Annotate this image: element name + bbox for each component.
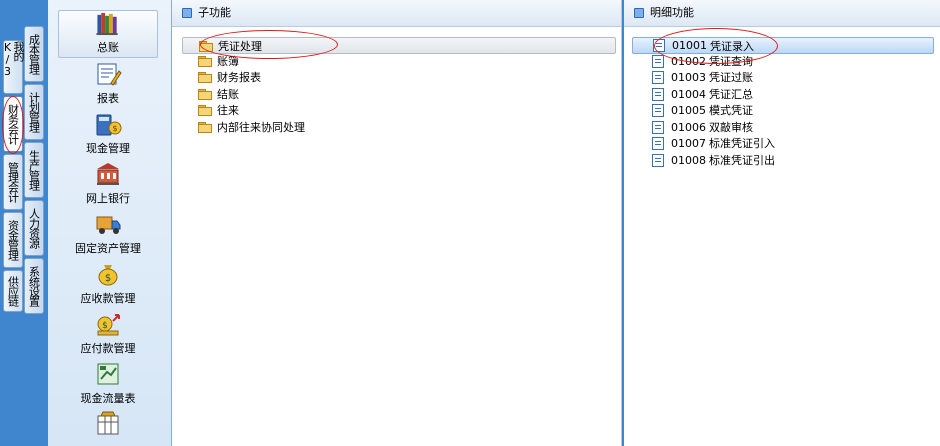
report-edit-icon (97, 63, 122, 86)
module-cash-flow[interactable]: 现金流量表 (58, 360, 158, 408)
document-icon (652, 87, 664, 101)
truck-icon (96, 216, 121, 234)
detail-item-label: 凭证过账 (709, 71, 753, 84)
sub-item-internal-collab[interactable]: 内部往来协同处理 (198, 119, 305, 135)
tab-financial-accounting[interactable]: 财务会计 (3, 96, 23, 152)
panel-header-icon (182, 8, 192, 18)
tab-production-management[interactable]: 生产管理 (24, 142, 44, 198)
sub-item-ledgers[interactable]: 账簿 (198, 53, 239, 69)
cash-flow-icon (97, 363, 119, 385)
module-fixed-assets[interactable]: 固定资产管理 (58, 210, 158, 258)
detail-item-double-audit[interactable]: 01006 双敲审核 (652, 119, 753, 135)
document-icon (652, 136, 664, 150)
svg-text:$: $ (102, 321, 108, 331)
module-list: 总账 报表 $ 现金管理 网上银行 固定资产管理 $ 应收款管理 $ 应付款管理… (48, 0, 172, 446)
detail-item-code: 01002 (671, 54, 706, 68)
module-cash-management[interactable]: $ 现金管理 (58, 110, 158, 158)
detail-item-template-voucher[interactable]: 01005 模式凭证 (652, 102, 753, 118)
detail-item-code: 01005 (671, 103, 706, 117)
module-report[interactable]: 报表 (58, 60, 158, 108)
panel-header: 子功能 (172, 0, 621, 27)
module-label: 应付款管理 (80, 342, 136, 355)
detail-item-voucher-query[interactable]: 01002 凭证查询 (652, 53, 753, 69)
tab-cost-management[interactable]: 成本管理 (24, 26, 44, 82)
module-accounts-receivable[interactable]: $ 应收款管理 (58, 260, 158, 308)
tab-management-accounting[interactable]: 管理会计 (3, 154, 23, 210)
detail-item-label: 凭证查询 (709, 55, 753, 68)
toolbox-icon (97, 411, 119, 435)
document-icon (652, 120, 664, 134)
tab-my-k3[interactable]: 我的K/3 (1, 40, 25, 94)
detail-item-voucher-export[interactable]: 01008 标准凭证引出 (652, 152, 775, 168)
document-icon (652, 153, 664, 167)
document-icon (652, 54, 664, 68)
tab-human-resources[interactable]: 人力资源 (24, 200, 44, 256)
detail-item-code: 01001 (672, 39, 707, 52)
detail-function-panel: 明细功能 01001 凭证录入 01002 凭证查询 01003 凭证过账 01… (624, 0, 940, 446)
detail-item-label: 标准凭证引出 (709, 154, 775, 167)
module-accounts-payable[interactable]: $ 应付款管理 (58, 310, 158, 358)
sub-item-voucher-processing[interactable]: 凭证处理 (182, 37, 616, 54)
detail-item-label: 凭证录入 (710, 39, 754, 53)
module-general-ledger[interactable]: 总账 (58, 10, 158, 58)
detail-item-code: 01008 (671, 153, 706, 167)
module-online-banking[interactable]: 网上银行 (58, 160, 158, 208)
bank-building-icon (97, 163, 119, 185)
detail-item-label: 模式凭证 (709, 104, 753, 117)
detail-item-code: 01006 (671, 120, 706, 134)
tab-system-settings[interactable]: 系统设置 (24, 258, 44, 314)
detail-item-code: 01004 (671, 87, 706, 101)
sub-item-label: 往来 (217, 104, 239, 117)
left-nav-tabs: 我的K/3 财务会计 管理会计 资金管理 供应链 成本管理 计划管理 生产管理 … (0, 0, 46, 446)
tab-plan-management[interactable]: 计划管理 (24, 84, 44, 140)
sub-item-financial-reports[interactable]: 财务报表 (198, 69, 261, 85)
folder-icon (198, 56, 212, 67)
detail-item-code: 01003 (671, 70, 706, 84)
detail-item-voucher-posting[interactable]: 01003 凭证过账 (652, 69, 753, 85)
folder-open-icon (199, 40, 213, 52)
module-label: 应收款管理 (80, 292, 136, 305)
sub-item-label: 结账 (217, 88, 239, 101)
sub-item-label: 凭证处理 (218, 39, 262, 53)
document-icon (653, 39, 665, 52)
sub-item-period-closing[interactable]: 结账 (198, 86, 239, 102)
detail-item-label: 双敲审核 (709, 121, 753, 134)
money-payment-icon: $ (97, 314, 120, 336)
detail-item-label: 标准凭证引入 (709, 137, 775, 150)
module-label: 固定资产管理 (75, 242, 141, 255)
folder-icon (198, 72, 212, 83)
svg-text:$: $ (105, 273, 111, 284)
panel-title: 明细功能 (650, 6, 694, 19)
books-icon (96, 12, 118, 36)
module-label: 网上银行 (86, 192, 130, 205)
sub-item-label: 账簿 (217, 55, 239, 68)
panel-header: 明细功能 (624, 0, 940, 27)
module-label: 现金管理 (86, 142, 130, 155)
folder-icon (198, 105, 212, 116)
document-icon (652, 70, 664, 84)
detail-item-code: 01007 (671, 136, 706, 150)
folder-icon (198, 89, 212, 100)
module-label: 总账 (97, 41, 119, 54)
panel-title: 子功能 (198, 6, 231, 19)
module-tools[interactable] (58, 410, 158, 446)
svg-text:$: $ (112, 124, 117, 133)
money-bag-icon: $ (98, 265, 118, 286)
detail-item-label: 凭证汇总 (709, 88, 753, 101)
sub-item-transactions[interactable]: 往来 (198, 102, 239, 118)
sub-item-label: 内部往来协同处理 (217, 121, 305, 134)
sub-function-panel: 子功能 凭证处理 账簿 财务报表 结账 往来 内部往来协同处理 (172, 0, 622, 446)
detail-item-voucher-import[interactable]: 01007 标准凭证引入 (652, 135, 775, 151)
detail-item-voucher-summary[interactable]: 01004 凭证汇总 (652, 86, 753, 102)
detail-item-voucher-entry[interactable]: 01001 凭证录入 (632, 37, 934, 54)
module-label: 报表 (97, 92, 119, 105)
tab-supply-chain[interactable]: 供应链 (3, 270, 23, 312)
folder-icon (198, 122, 212, 133)
module-label: 现金流量表 (80, 392, 136, 405)
panel-header-icon (634, 8, 644, 18)
tab-fund-management[interactable]: 资金管理 (3, 212, 23, 268)
cash-calculator-icon: $ (96, 114, 122, 136)
sub-item-label: 财务报表 (217, 71, 261, 84)
document-icon (652, 103, 664, 117)
